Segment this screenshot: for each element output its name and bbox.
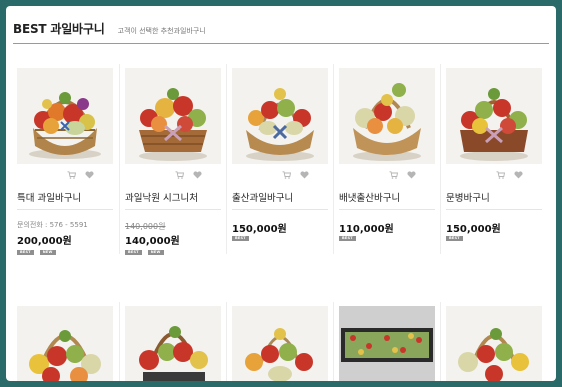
- product-card[interactable]: [440, 302, 547, 381]
- heart-icon[interactable]: [85, 171, 94, 179]
- card-actions: [282, 171, 309, 179]
- product-image[interactable]: [446, 306, 542, 381]
- product-name[interactable]: 특대 과일바구니: [17, 190, 81, 204]
- window-frame: BEST 과일바구니 고객이 선택한 추천과일바구니 특대 과일바구니 문의전화…: [0, 0, 562, 387]
- product-card[interactable]: 특대 과일바구니 문의전화 : 576 - 5591 200,000원 BEST…: [12, 64, 119, 255]
- product-card[interactable]: [226, 302, 333, 381]
- product-image[interactable]: [446, 68, 542, 164]
- heart-icon[interactable]: [193, 171, 202, 179]
- product-image[interactable]: [17, 306, 113, 381]
- cart-icon[interactable]: [67, 171, 76, 179]
- phone-inquiry: 문의전화 : 576 - 5591: [17, 221, 88, 229]
- section-header: BEST 과일바구니 고객이 선택한 추천과일바구니: [13, 20, 549, 44]
- heart-icon[interactable]: [300, 171, 309, 179]
- new-badge: NEW: [147, 250, 164, 255]
- card-actions: [67, 171, 94, 179]
- product-name[interactable]: 과일낙원 시그니처: [125, 190, 198, 204]
- product-image[interactable]: [17, 68, 113, 164]
- cart-icon[interactable]: [389, 171, 398, 179]
- badge-group: BEST NEW: [17, 250, 56, 255]
- product-price: 140,000원: [125, 236, 180, 247]
- product-card[interactable]: 출산과일바구니 150,000원 BEST: [226, 64, 333, 254]
- divider: [446, 209, 542, 210]
- product-card[interactable]: 과일낙원 시그니처 140,000원 140,000원 BEST NEW: [119, 64, 226, 255]
- best-badge: BEST: [446, 236, 463, 241]
- cart-icon[interactable]: [175, 171, 184, 179]
- badge-group: BEST: [446, 236, 463, 241]
- product-price: 110,000원: [339, 224, 394, 235]
- best-badge: BEST: [125, 250, 142, 255]
- product-card[interactable]: 문병바구니 150,000원 BEST: [440, 64, 547, 254]
- divider: [125, 209, 221, 210]
- divider: [339, 209, 435, 210]
- best-badge: BEST: [339, 236, 356, 241]
- badge-group: BEST: [339, 236, 356, 241]
- best-badge: BEST: [232, 236, 249, 241]
- product-row: 특대 과일바구니 문의전화 : 576 - 5591 200,000원 BEST…: [12, 64, 552, 255]
- product-image[interactable]: [232, 306, 328, 381]
- product-image[interactable]: [232, 68, 328, 164]
- heart-icon[interactable]: [514, 171, 523, 179]
- product-card[interactable]: [12, 302, 119, 381]
- best-products-panel: BEST 과일바구니 고객이 선택한 추천과일바구니 특대 과일바구니 문의전화…: [6, 6, 556, 381]
- card-actions: [389, 171, 416, 179]
- product-image[interactable]: [125, 306, 221, 381]
- product-row: [12, 302, 552, 381]
- product-image[interactable]: [125, 68, 221, 164]
- best-badge: BEST: [17, 250, 34, 255]
- badge-group: BEST NEW: [125, 250, 164, 255]
- product-name[interactable]: 문병바구니: [446, 190, 490, 204]
- product-price: 150,000원: [232, 224, 287, 235]
- section-subtitle: 고객이 선택한 추천과일바구니: [117, 27, 206, 35]
- card-actions: [496, 171, 523, 179]
- product-card[interactable]: [119, 302, 226, 381]
- badge-group: BEST: [232, 236, 249, 241]
- product-price: 150,000원: [446, 224, 501, 235]
- cart-icon[interactable]: [496, 171, 505, 179]
- divider: [17, 209, 113, 210]
- product-image[interactable]: [339, 68, 435, 164]
- cart-icon[interactable]: [282, 171, 291, 179]
- product-card[interactable]: [333, 302, 440, 381]
- product-name[interactable]: 배냇출산바구니: [339, 190, 400, 204]
- divider: [232, 209, 328, 210]
- new-badge: NEW: [39, 250, 56, 255]
- product-image[interactable]: [339, 306, 435, 381]
- product-price: 200,000원: [17, 236, 72, 247]
- card-actions: [175, 171, 202, 179]
- product-name[interactable]: 출산과일바구니: [232, 190, 293, 204]
- product-card[interactable]: 배냇출산바구니 110,000원 BEST: [333, 64, 440, 254]
- heart-icon[interactable]: [407, 171, 416, 179]
- original-price: 140,000원: [125, 222, 166, 231]
- section-title: BEST 과일바구니: [13, 22, 105, 36]
